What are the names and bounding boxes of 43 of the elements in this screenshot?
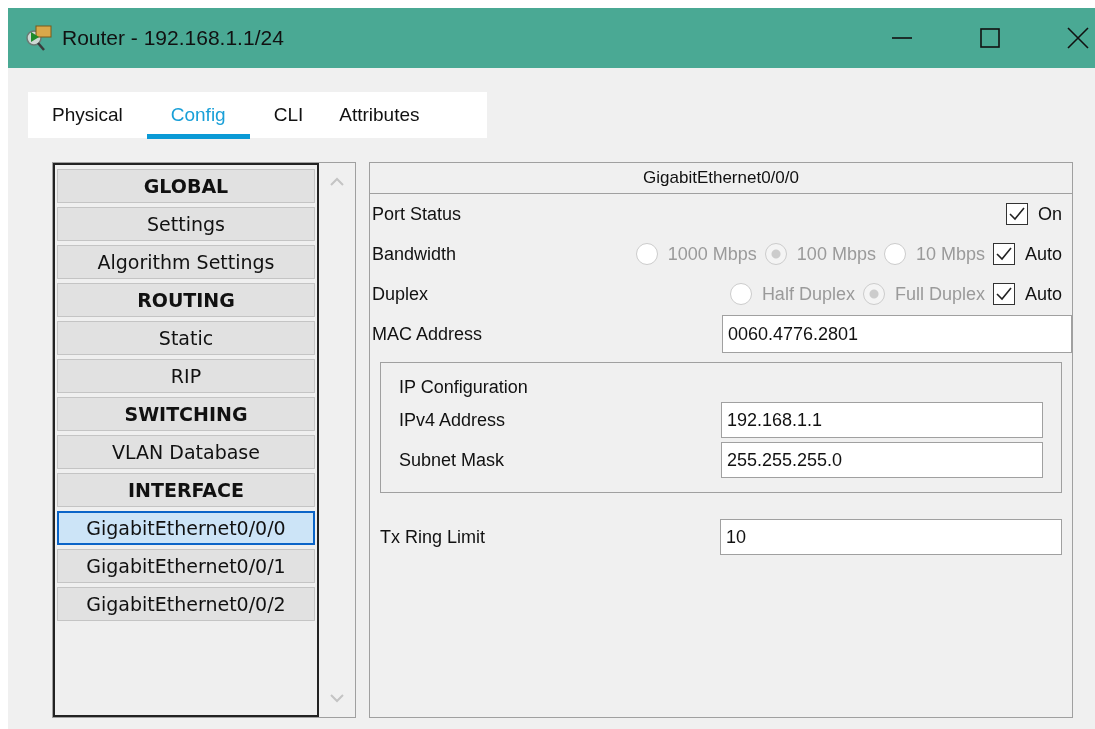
tab[interactable]: CLI <box>273 102 304 139</box>
sidebar-item[interactable]: Algorithm Settings <box>57 245 315 279</box>
input-field[interactable]: 192.168.1.1 <box>721 402 1043 438</box>
field-label: MAC Address <box>372 323 483 345</box>
input-field[interactable]: 0060.4776.2801 <box>722 315 1072 353</box>
section-header[interactable]: SWITCHING <box>57 397 315 431</box>
window-title: Router - 192.168.1.1/24 <box>62 26 284 50</box>
radio-label: 10 Mbps <box>915 243 985 265</box>
scroll-down-icon[interactable] <box>330 693 344 703</box>
router-icon <box>24 23 54 53</box>
sidebar-item[interactable]: Static <box>57 321 315 355</box>
sidebar-item[interactable]: GigabitEthernet0/0/1 <box>57 549 315 583</box>
section-header[interactable]: ROUTING <box>57 283 315 317</box>
group-title: IP Configuration <box>399 377 529 398</box>
sidebar-item[interactable]: GigabitEthernet0/0/0 <box>57 511 315 545</box>
checkbox-label: On <box>1038 203 1062 225</box>
sidebar-item[interactable]: GigabitEthernet0/0/2 <box>57 587 315 621</box>
input-field[interactable]: 10 <box>720 519 1062 555</box>
field-label: Tx Ring Limit <box>380 526 486 548</box>
field-label: IPv4 Address <box>399 409 506 431</box>
close-icon[interactable] <box>1067 27 1089 49</box>
checkbox[interactable] <box>1006 203 1028 225</box>
tab[interactable]: Physical <box>52 102 123 139</box>
section-header[interactable]: GLOBAL <box>57 169 315 203</box>
input-field[interactable]: 255.255.255.0 <box>721 442 1043 478</box>
field-label: Duplex <box>372 283 429 305</box>
field-label: Port Status <box>372 203 462 225</box>
radio-label: Full Duplex <box>894 283 985 305</box>
field-label: Bandwidth <box>372 243 457 265</box>
sidebar-item[interactable]: RIP <box>57 359 315 393</box>
sidebar-item[interactable]: VLAN Database <box>57 435 315 469</box>
radio-label: 1000 Mbps <box>667 243 757 265</box>
scroll-up-icon[interactable] <box>330 177 344 187</box>
radio-label: Half Duplex <box>761 283 855 305</box>
section-header[interactable]: INTERFACE <box>57 473 315 507</box>
maximize-icon[interactable] <box>979 27 1001 49</box>
checkbox-label: Auto <box>1024 243 1062 265</box>
tab[interactable]: Attributes <box>339 102 420 139</box>
radio-label: 100 Mbps <box>796 243 876 265</box>
field-label: Subnet Mask <box>399 449 505 471</box>
sidebar-item[interactable]: Settings <box>57 207 315 241</box>
checkbox-label: Auto <box>1024 283 1062 305</box>
panel-title: GigabitEthernet0/0/0 <box>370 163 1072 194</box>
